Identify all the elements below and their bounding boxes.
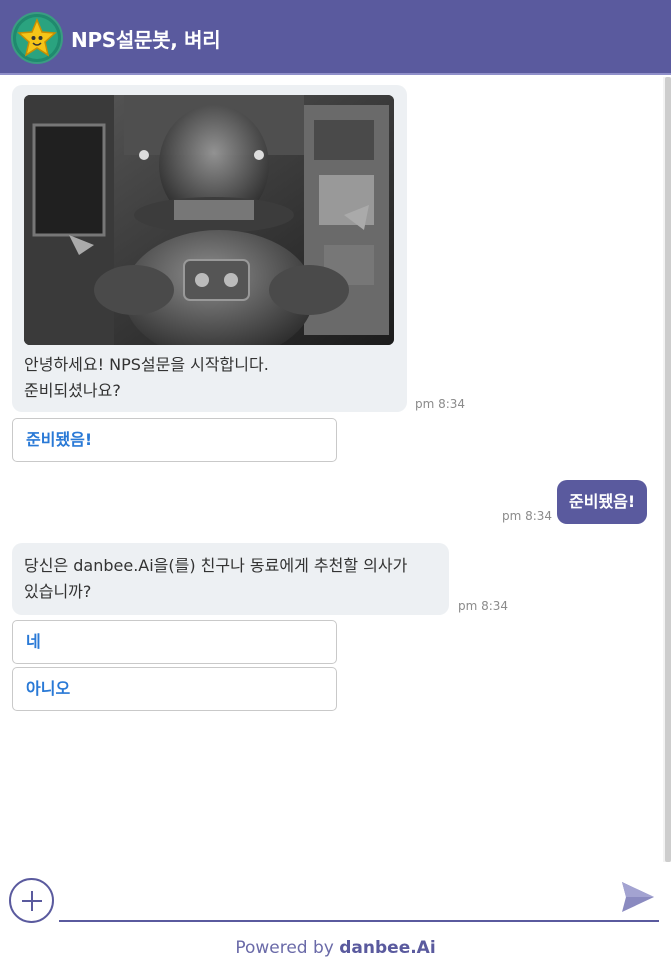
greeting-text-line2: 준비되셨나요? [24,381,121,400]
plus-icon[interactable] [9,878,54,923]
chat-window: NPS설문봇, 벼리 안녕하세요! NPS설문을 시작합니다. 준비되셨나요? … [0,0,671,977]
scrollbar-thumb[interactable] [665,77,671,862]
powered-by-footer: Powered by danbee.Ai [0,938,671,958]
chat-header: NPS설문봇, 벼리 [0,0,671,75]
send-icon[interactable] [620,880,656,914]
powered-by-prefix: Powered by [235,938,340,958]
message-timestamp: pm 8:34 [415,397,466,411]
message-input[interactable] [59,876,659,922]
quick-reply-no-button[interactable]: 아니오 [12,667,337,711]
brand-name[interactable]: danbee.Ai [339,938,435,958]
message-timestamp: pm 8:34 [502,509,553,523]
star-mascot-icon [11,12,63,64]
question-text-line2: 있습니까? [24,582,92,601]
question-text-line1: 당신은 danbee.Ai을(를) 친구나 동료에게 추천할 의사가 [24,556,408,575]
user-message-ready: 준비됐음! [557,480,648,524]
greeting-text-line1: 안녕하세요! NPS설문을 시작합니다. [24,355,269,374]
bot-message-question: 당신은 danbee.Ai을(를) 친구나 동료에게 추천할 의사가 있습니까? [12,543,449,615]
bot-message-greeting: 안녕하세요! NPS설문을 시작합니다. 준비되셨나요? [12,85,407,412]
quick-reply-yes-button[interactable]: 네 [12,620,337,664]
message-timestamp: pm 8:34 [458,599,509,613]
quick-reply-ready-button[interactable]: 준비됐음! [12,418,337,462]
bot-name-title: NPS설문봇, 벼리 [71,28,221,52]
robot-image [24,95,394,345]
